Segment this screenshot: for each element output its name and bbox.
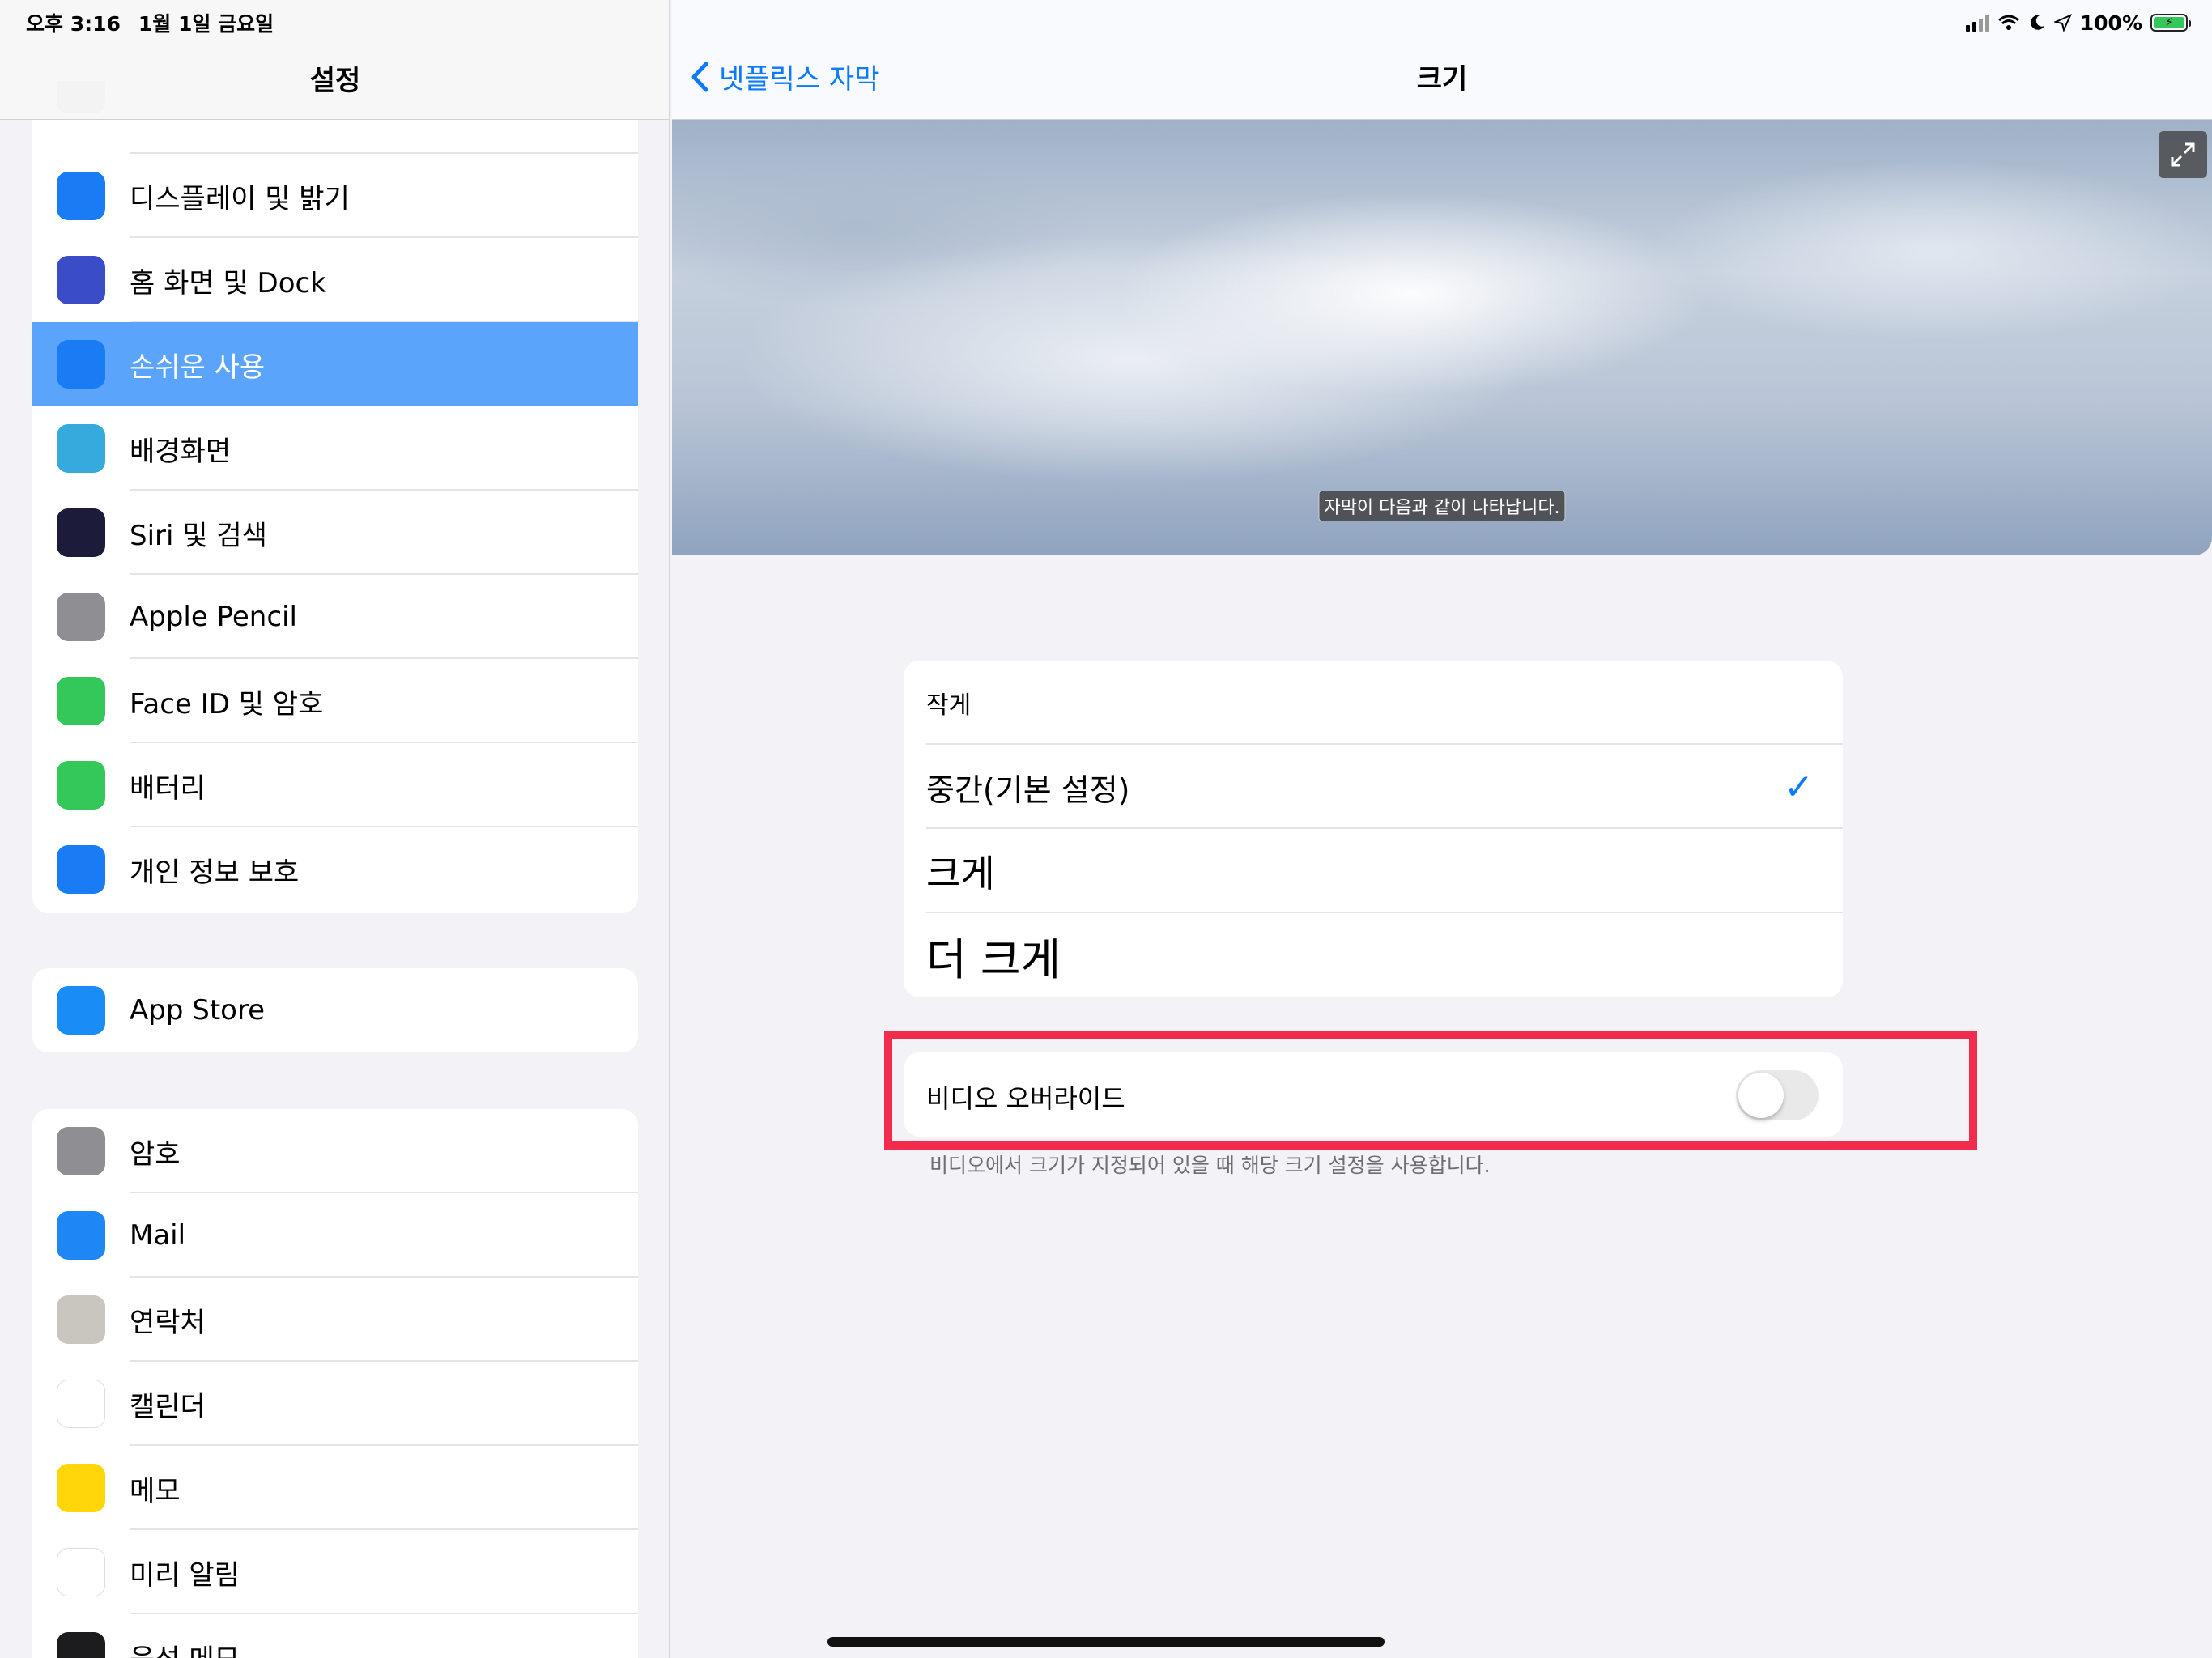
sidebar-item-label: 손쉬운 사용 <box>130 351 266 384</box>
sidebar-item[interactable]: Siri 및 검색 <box>32 491 638 575</box>
wallpaper-icon <box>57 424 105 473</box>
size-option-label: 중간(기본 설정) <box>926 772 1130 808</box>
sidebar-item-label: 개인 정보 보호 <box>130 856 300 889</box>
location-arrow-icon <box>2053 14 2072 32</box>
sidebar-item-label: 디스플레이 및 밝기 <box>130 182 350 215</box>
sidebar-item[interactable]: 연락처 <box>32 1278 638 1362</box>
key-icon <box>57 1127 105 1175</box>
sidebar-item-label: 배터리 <box>130 772 206 805</box>
expand-arrows-icon <box>2171 142 2195 167</box>
accessibility-icon <box>57 340 105 389</box>
reminders-icon <box>57 1548 105 1596</box>
settings-group-2: App Store <box>32 968 638 1052</box>
detail-pane: 넷플릭스 자막 크기 자막이 다음과 같이 나타납니다. 작게 중간(기본 설정)… <box>672 0 2212 1658</box>
contacts-icon <box>57 1295 105 1344</box>
battery-percentage: 100% <box>2079 11 2142 35</box>
size-option-label: 작게 <box>926 691 972 720</box>
sidebar-item[interactable]: Face ID 및 암호 <box>32 659 638 743</box>
sidebar-item[interactable]: 홈 화면 및 Dock <box>32 238 638 322</box>
sidebar-item[interactable]: 미리 알림 <box>32 1530 638 1614</box>
sidebar-item[interactable]: 암호 <box>32 1109 638 1193</box>
size-option[interactable]: 중간(기본 설정) ✓ <box>904 745 1843 829</box>
sidebar-item[interactable]: 손쉬운 사용 <box>32 322 638 406</box>
sidebar-item[interactable]: Mail <box>32 1193 638 1278</box>
siri-icon <box>57 508 105 557</box>
sidebar-item[interactable]: 음성 메모 <box>32 1614 638 1658</box>
sidebar-item[interactable]: 배터리 <box>32 743 638 827</box>
sidebar-item-label: Mail <box>130 1219 186 1252</box>
size-option[interactable]: 크게 <box>904 829 1843 913</box>
size-option-label: 크게 <box>926 852 995 895</box>
sidebar-item-label: 메모 <box>130 1474 181 1507</box>
sidebar-item[interactable]: 디스플레이 및 밝기 <box>32 154 638 238</box>
wifi-icon <box>1997 15 2019 30</box>
sidebar-item-label: 연락처 <box>130 1306 206 1339</box>
size-option[interactable]: 더 크게 <box>904 913 1843 997</box>
sidebar-title: 설정 <box>309 65 361 97</box>
sidebar-item[interactable]: App Store <box>32 968 638 1052</box>
sidebar-item[interactable]: 개인 정보 보호 <box>32 827 638 912</box>
calendar-icon <box>57 1380 105 1428</box>
sidebar-item[interactable]: 메모 <box>32 1446 638 1530</box>
status-date: 1월 1일 금요일 <box>138 12 274 36</box>
status-bar-right: 100% ⚡ <box>1965 6 2191 39</box>
privacy-hand-icon <box>57 845 105 894</box>
moon-icon <box>2030 15 2044 30</box>
checkmark-icon: ✓ <box>1784 766 1814 808</box>
home-indicator[interactable] <box>827 1637 1385 1647</box>
video-override-footnote: 비디오에서 크기가 지정되어 있을 때 해당 크기 설정을 사용합니다. <box>929 1154 1491 1177</box>
sidebar-item-label: Siri 및 검색 <box>130 519 267 552</box>
sidebar-item-label: 배경화면 <box>130 435 232 468</box>
sidebar-item[interactable]: 캘린더 <box>32 1362 638 1446</box>
sidebar-item[interactable]: Apple Pencil <box>32 575 638 659</box>
sidebar-item-label: 홈 화면 및 Dock <box>130 266 326 300</box>
sidebar-item[interactable]: 배경화면 <box>32 406 638 491</box>
sidebar-item-label: Apple Pencil <box>130 601 297 633</box>
home-screen-icon <box>57 256 105 304</box>
battery-charging-icon: ⚡ <box>2150 14 2191 32</box>
size-options-list: 작게중간(기본 설정) ✓ 크게더 크게 <box>904 661 1843 997</box>
settings-group-3: 암호 Mail 연락처캘린더메모미리 알림음성 메모 <box>32 1109 638 1658</box>
display-brightness-icon <box>57 172 105 220</box>
sidebar-item-label: App Store <box>130 994 266 1027</box>
sidebar-item-label: Face ID 및 암호 <box>130 687 324 721</box>
status-time: 오후 3:16 <box>26 12 121 36</box>
highlight-annotation-box <box>884 1031 1977 1150</box>
sidebar-item-label: 캘린더 <box>130 1390 206 1423</box>
sidebar-item-label: 미리 알림 <box>130 1558 240 1592</box>
mail-icon <box>57 1211 105 1260</box>
caption-preview-image: 자막이 다음과 같이 나타납니다. <box>672 120 2212 555</box>
size-option[interactable]: 작게 <box>904 661 1843 745</box>
sidebar-item-label: 음성 메모 <box>130 1637 240 1658</box>
app-store-icon <box>57 986 105 1035</box>
size-option-label: 더 크게 <box>926 933 1061 985</box>
sidebar-item-label: 암호 <box>130 1137 181 1171</box>
cellular-signal-icon <box>1965 14 1989 32</box>
settings-sidebar: 설정 디스플레이 및 밝기홈 화면 및 Dock 손쉬운 사용배경화면 Siri 및… <box>0 0 670 1658</box>
caption-sample-text: 자막이 다음과 같이 나타납니다. <box>1318 491 1566 521</box>
settings-group-1: 디스플레이 및 밝기홈 화면 및 Dock 손쉬운 사용배경화면 Siri 및 검색… <box>32 81 638 913</box>
page-title: 크기 <box>1416 63 1468 96</box>
status-bar-left: 오후 3:16 1월 1일 금요일 <box>26 6 274 39</box>
voice-memo-icon <box>57 1632 105 1658</box>
notes-icon <box>57 1464 105 1512</box>
pencil-icon <box>57 593 105 641</box>
battery-icon <box>57 761 105 810</box>
expand-icon[interactable] <box>2159 131 2207 178</box>
face-id-icon <box>57 677 105 725</box>
